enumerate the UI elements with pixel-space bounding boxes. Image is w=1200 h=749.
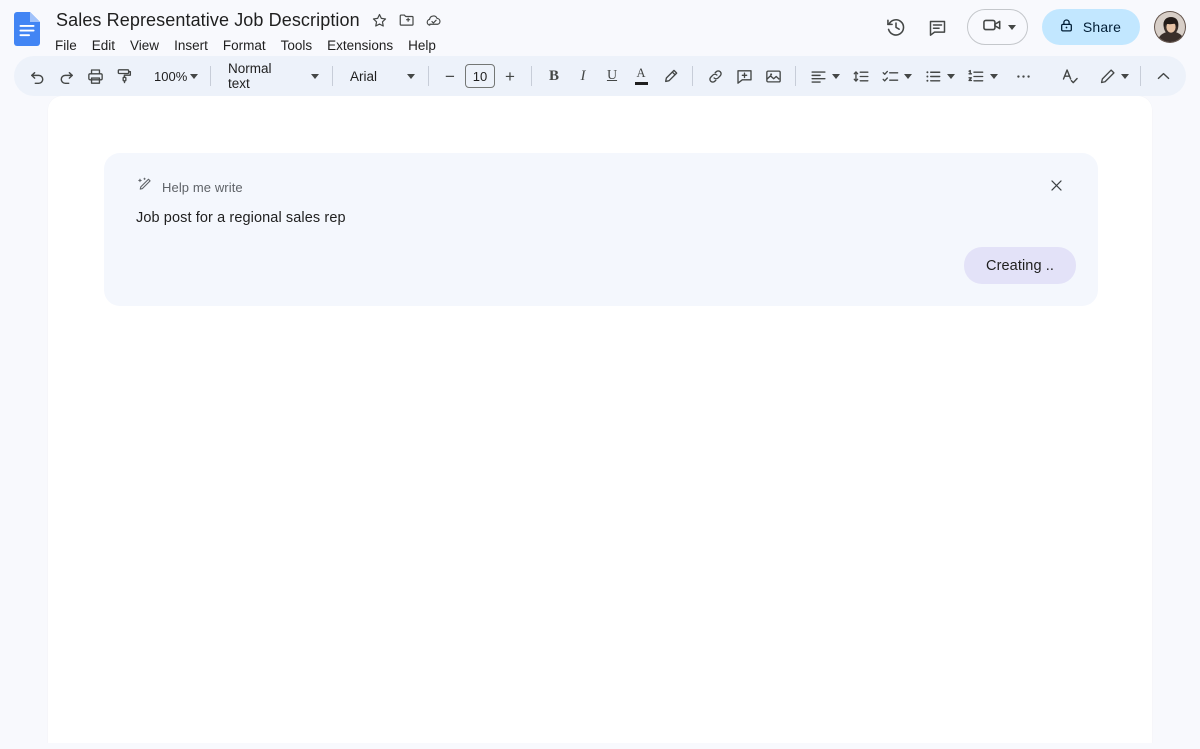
chevron-down-icon (1121, 73, 1129, 79)
help-me-write-header: Help me write (104, 153, 1098, 198)
title-block: Sales Representative Job Description Fil… (54, 7, 443, 57)
bulleted-list-icon[interactable] (919, 62, 947, 90)
paragraph-style-value: Normal text (228, 61, 272, 91)
menu-help[interactable]: Help (402, 35, 442, 57)
share-label: Share (1082, 19, 1121, 35)
zoom-control[interactable]: 100% (145, 62, 202, 90)
italic-label: I (580, 67, 586, 84)
chevron-down-icon (904, 73, 912, 79)
app-header: Sales Representative Job Description Fil… (0, 0, 1200, 56)
checklist-control[interactable] (876, 62, 918, 90)
meet-button[interactable] (966, 9, 1028, 45)
help-me-write-actions: Creating .. (964, 247, 1076, 284)
star-icon[interactable] (371, 11, 389, 29)
chevron-down-icon (990, 73, 998, 79)
font-family-value: Arial (349, 68, 377, 84)
font-family-select[interactable]: Arial (341, 62, 420, 90)
help-me-write-label: Help me write (162, 179, 243, 195)
folder-move-icon[interactable] (398, 11, 416, 29)
creating-button: Creating .. (964, 247, 1076, 284)
bulleted-list-control[interactable] (919, 62, 961, 90)
font-size-stepper: − 10 + (439, 64, 521, 88)
comment-history-icon[interactable] (919, 8, 957, 46)
menu-insert[interactable]: Insert (168, 35, 214, 57)
video-camera-icon (981, 14, 1003, 41)
align-left-icon[interactable] (804, 62, 832, 90)
document-area: Help me write Job post for a regional sa… (0, 96, 1200, 743)
toolbar-wrap: 100% Normal text Arial − 10 + B I U A (0, 56, 1200, 96)
chevron-down-icon (190, 73, 198, 79)
increase-font-size-button[interactable]: + (499, 64, 521, 88)
menu-tools[interactable]: Tools (275, 35, 319, 57)
toolbar-divider (692, 66, 693, 86)
more-options-icon[interactable] (1009, 62, 1037, 90)
redo-icon[interactable] (52, 62, 80, 90)
insert-image-icon[interactable] (759, 62, 787, 90)
add-comment-icon[interactable] (730, 62, 758, 90)
numbered-list-control[interactable] (962, 62, 1004, 90)
editing-mode-control[interactable] (1093, 62, 1135, 90)
menu-file[interactable]: File (49, 35, 83, 57)
version-history-icon[interactable] (877, 8, 915, 46)
help-me-write-prompt: Job post for a regional sales rep (136, 210, 346, 226)
print-icon[interactable] (81, 62, 109, 90)
insert-link-icon[interactable] (701, 62, 729, 90)
magic-pen-icon (136, 176, 153, 198)
toolbar-divider (1140, 66, 1141, 86)
paragraph-style-select[interactable]: Normal text (219, 61, 324, 91)
highlight-pen-icon[interactable] (656, 62, 684, 90)
user-avatar[interactable] (1154, 11, 1186, 43)
lock-icon (1058, 17, 1075, 37)
cloud-saved-icon[interactable] (425, 11, 443, 29)
menu-bar: File Edit View Insert Format Tools Exten… (49, 35, 443, 57)
underline-label: U (606, 68, 618, 83)
toolbar-divider (531, 66, 532, 86)
numbered-list-icon[interactable] (962, 62, 990, 90)
bold-button[interactable]: B (540, 62, 568, 90)
menu-view[interactable]: View (124, 35, 165, 57)
chevron-up-icon[interactable] (1149, 62, 1177, 90)
menu-format[interactable]: Format (217, 35, 272, 57)
help-me-write-card: Help me write Job post for a regional sa… (104, 153, 1098, 306)
toolbar-divider (210, 66, 211, 86)
font-size-input[interactable]: 10 (465, 64, 495, 88)
decrease-font-size-button[interactable]: − (439, 64, 461, 88)
chevron-down-icon (1007, 24, 1016, 30)
toolbar-divider (331, 66, 333, 86)
line-spacing-icon[interactable] (847, 62, 875, 90)
paint-format-icon[interactable] (110, 62, 138, 90)
toolbar-divider (428, 66, 429, 86)
main-toolbar: 100% Normal text Arial − 10 + B I U A (14, 56, 1186, 96)
undo-icon[interactable] (23, 62, 51, 90)
align-control[interactable] (804, 62, 846, 90)
header-actions: Share (877, 8, 1186, 46)
text-color-button[interactable]: A (627, 62, 655, 90)
italic-button[interactable]: I (569, 62, 597, 90)
underline-button[interactable]: U (598, 62, 626, 90)
menu-edit[interactable]: Edit (86, 35, 121, 57)
chevron-down-icon (947, 73, 955, 79)
toolbar-divider (795, 66, 796, 86)
editing-pencil-icon[interactable] (1093, 62, 1121, 90)
title-row: Sales Representative Job Description (54, 7, 443, 33)
chevron-down-icon (407, 73, 415, 79)
checklist-icon[interactable] (876, 62, 904, 90)
zoom-value: 100% (154, 68, 188, 84)
document-page[interactable]: Help me write Job post for a regional sa… (48, 96, 1152, 743)
text-color-label: A (636, 66, 646, 81)
spellcheck-icon[interactable] (1056, 62, 1084, 90)
chevron-down-icon (310, 73, 319, 79)
bold-label: B (548, 67, 559, 84)
text-color-swatch (634, 81, 648, 85)
close-icon[interactable] (1040, 169, 1072, 201)
menu-extensions[interactable]: Extensions (321, 35, 399, 57)
share-button[interactable]: Share (1041, 9, 1140, 45)
page-title[interactable]: Sales Representative Job Description (54, 8, 362, 32)
docs-file-icon[interactable] (14, 12, 40, 46)
chevron-down-icon (832, 73, 840, 79)
